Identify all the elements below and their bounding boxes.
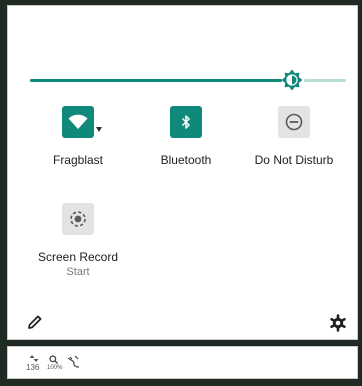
quick-settings-panel: Fragblast Bluetooth Do Not Disturb Scree… [7,5,358,340]
brightness-thumb-icon[interactable] [281,69,303,91]
brightness-track-rest [304,79,346,82]
tile-wifi-label: Fragblast [52,153,104,167]
tile-screen-record-sublabel: Start [66,266,90,278]
brightness-track-active [30,79,282,82]
network-speed-value: 136 [26,363,40,372]
wifi-tile-toggle[interactable] [62,106,94,138]
do-not-disturb-icon [285,113,303,131]
brightness-slider[interactable] [30,68,346,92]
pencil-icon[interactable] [27,314,43,330]
status-bar: 136 100% [7,346,358,379]
tile-bluetooth[interactable]: Bluetooth [136,106,236,167]
magnifier-icon [49,355,58,364]
screen-record-icon [70,211,86,227]
tile-screen-record-label: Screen Record [37,250,119,264]
tile-do-not-disturb-label: Do Not Disturb [254,153,334,167]
bluetooth-icon [181,115,190,129]
zoom-value: 100% [47,365,63,371]
wifi-icon [68,114,88,129]
tile-bluetooth-label: Bluetooth [160,153,212,167]
bluetooth-tile-toggle[interactable] [170,106,202,138]
tile-do-not-disturb[interactable]: Do Not Disturb [244,106,344,167]
wifi-dropdown-caret-icon[interactable] [96,127,102,132]
data-arrows-icon [29,355,39,362]
screen-record-tile-toggle[interactable] [62,203,94,235]
do-not-disturb-tile-toggle[interactable] [278,106,310,138]
unplugged-icon [67,355,80,368]
tile-wifi[interactable]: Fragblast [28,106,128,167]
gear-icon[interactable] [329,314,347,332]
tile-screen-record[interactable]: Screen Record Start [28,203,128,278]
